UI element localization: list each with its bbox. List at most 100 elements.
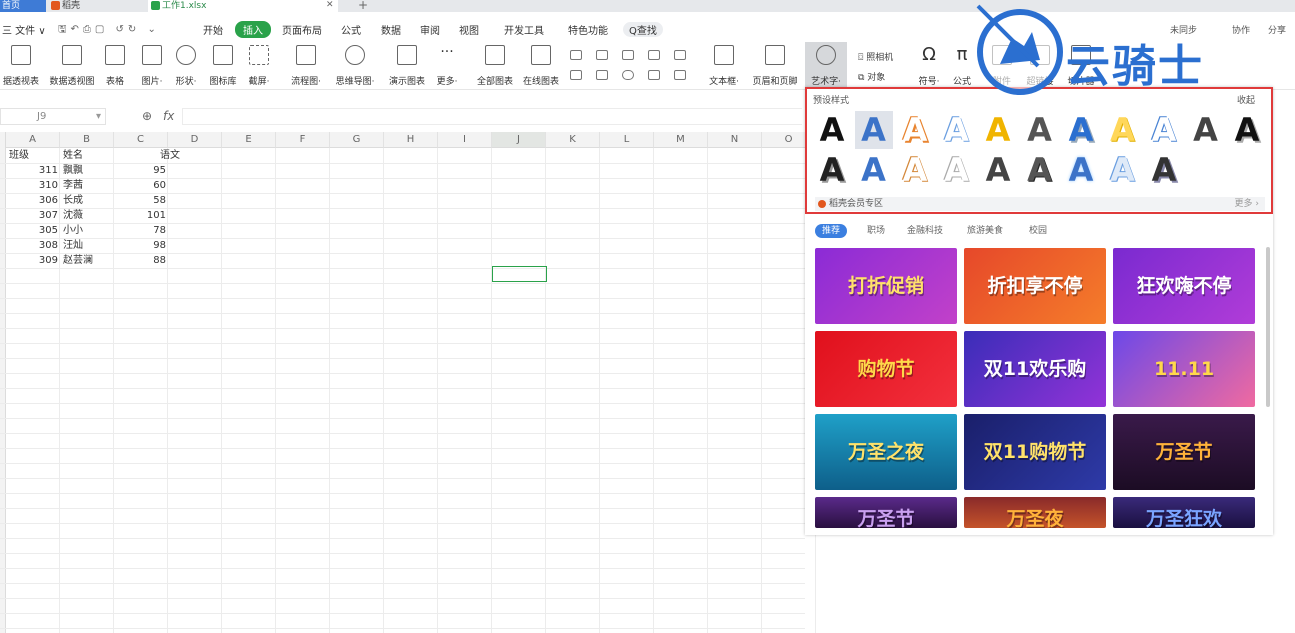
name-box-dropdown-icon[interactable]: ▾ <box>96 109 101 124</box>
wordart-style-6[interactable]: A <box>1021 111 1059 149</box>
tab-docer[interactable]: 稻壳 <box>48 0 146 12</box>
wordart-style-19[interactable]: A <box>1104 151 1142 189</box>
demo-chart-button[interactable]: 演示图表 <box>384 42 430 88</box>
wordart-style-20[interactable]: A <box>1145 151 1183 189</box>
online-chart-button[interactable]: 在线图表 <box>520 42 562 88</box>
textbox-button[interactable]: 文本框· <box>704 42 744 88</box>
formula-input[interactable] <box>182 108 802 125</box>
donut-chart-small-icon[interactable] <box>622 70 634 80</box>
mindmap-button[interactable]: 思维导图· <box>330 42 380 88</box>
column-header-c[interactable]: C <box>114 132 168 148</box>
wordart-style-8[interactable]: A <box>1104 111 1142 149</box>
wordart-style-13[interactable]: A <box>855 151 893 189</box>
wordart-style-3[interactable]: A <box>896 111 934 149</box>
tab-home[interactable]: 首页 <box>0 0 46 12</box>
wordart-style-16[interactable]: A <box>979 151 1017 189</box>
data-cell[interactable]: 310 <box>6 178 58 193</box>
column-header-d[interactable]: D <box>168 132 222 148</box>
wordart-style-5[interactable]: A <box>979 111 1017 149</box>
column-header-i[interactable]: I <box>438 132 492 148</box>
template-card[interactable]: 万圣节 <box>1113 414 1255 490</box>
wordart-style-2[interactable]: A <box>854 111 893 149</box>
camera-button[interactable]: ⌼ 照相机 <box>858 50 893 63</box>
template-card[interactable]: 万圣节 <box>815 497 957 528</box>
wordart-style-11[interactable]: A <box>1228 111 1266 149</box>
column-header-n[interactable]: N <box>708 132 762 148</box>
template-card[interactable]: 折扣享不停 <box>964 248 1106 324</box>
data-cell[interactable]: 赵芸澜 <box>63 253 93 268</box>
data-cell[interactable]: 小小 <box>63 223 83 238</box>
wordart-style-10[interactable]: A <box>1187 111 1225 149</box>
icon-library-button[interactable]: 图标库 <box>204 42 242 88</box>
data-cell[interactable]: 长成 <box>63 193 83 208</box>
wordart-style-1[interactable]: A <box>813 111 851 149</box>
column-header-m[interactable]: M <box>654 132 708 148</box>
combo-chart-small-icon[interactable] <box>648 70 660 80</box>
header-cell[interactable]: 姓名 <box>63 148 83 163</box>
template-card[interactable]: 11.11 <box>1113 331 1255 407</box>
category-fintech[interactable]: 金融科技 <box>907 224 943 238</box>
wordart-style-9[interactable]: A <box>1145 111 1183 149</box>
search-button[interactable]: Q查找 <box>623 22 663 37</box>
data-cell[interactable]: 李茜 <box>63 178 83 193</box>
column-header-e[interactable]: E <box>222 132 276 148</box>
area-chart-small-icon[interactable] <box>674 50 686 60</box>
column-chart-small-icon[interactable] <box>570 50 582 60</box>
quick-access-icons[interactable]: 🖫↶⎙▢ ↺↻ ⌄ <box>58 22 160 39</box>
stock-chart-small-icon[interactable] <box>596 70 608 80</box>
menu-review[interactable]: 审阅 <box>420 22 440 37</box>
menu-page-layout[interactable]: 页面布局 <box>282 22 322 37</box>
panel-scrollbar[interactable] <box>1266 247 1270 407</box>
data-cell[interactable]: 95 <box>114 163 166 178</box>
template-card[interactable]: 万圣之夜 <box>815 414 957 490</box>
template-card[interactable]: 双11欢乐购 <box>964 331 1106 407</box>
category-workplace[interactable]: 职场 <box>867 224 885 238</box>
template-card[interactable]: 购物节 <box>815 331 957 407</box>
menu-data[interactable]: 数据 <box>381 22 401 37</box>
wordart-style-14[interactable]: A <box>896 151 934 189</box>
template-card[interactable]: 万圣夜 <box>964 497 1106 528</box>
name-box[interactable]: J9 ▾ <box>0 108 106 125</box>
column-header-f[interactable]: F <box>276 132 330 148</box>
column-header-a[interactable]: A <box>6 132 60 148</box>
scatter-chart-small-icon[interactable] <box>622 50 634 60</box>
vip-zone[interactable]: 稻壳会员专区 更多 › <box>815 197 1265 211</box>
wordart-style-4[interactable]: A <box>938 111 976 149</box>
template-card[interactable]: 双11购物节 <box>964 414 1106 490</box>
data-cell[interactable]: 汪灿 <box>63 238 83 253</box>
wordart-style-15[interactable]: A <box>938 151 976 189</box>
object-button[interactable]: ⧉ 对象 <box>858 70 885 83</box>
close-tab-icon[interactable]: ✕ <box>326 0 334 10</box>
pivot-table-button[interactable]: 据透视表 <box>0 42 42 88</box>
menu-developer[interactable]: 开发工具 <box>504 22 544 37</box>
table-button[interactable]: 表格 <box>102 42 128 88</box>
header-cell[interactable]: 班级 <box>9 148 29 163</box>
tab-workbook[interactable]: 工作1.xlsx <box>148 0 338 12</box>
menu-features[interactable]: 特色功能 <box>568 22 608 37</box>
zoom-search-icon[interactable]: ⊕ <box>142 109 152 123</box>
column-header-b[interactable]: B <box>60 132 114 148</box>
spreadsheet-grid[interactable]: A B C D E F G H I J K L M N O 班级 姓名 语文 311 飘飘 95 310 李茜 60 306 长成… <box>0 132 816 633</box>
data-cell[interactable]: 88 <box>114 253 166 268</box>
data-cell[interactable]: 101 <box>114 208 166 223</box>
data-cell[interactable]: 98 <box>114 238 166 253</box>
pivot-chart-button[interactable]: 数据透视图 <box>46 42 98 88</box>
new-tab-button[interactable]: + <box>358 0 368 12</box>
all-charts-button[interactable]: 全部图表 <box>474 42 516 88</box>
data-cell[interactable]: 308 <box>6 238 58 253</box>
symbol-button[interactable]: Ω 符号· <box>914 42 944 88</box>
header-cell[interactable]: 语文 <box>114 148 180 163</box>
data-cell[interactable]: 飘飘 <box>63 163 83 178</box>
file-menu[interactable]: 三 文件 ∨ <box>2 22 46 37</box>
data-cell[interactable]: 311 <box>6 163 58 178</box>
line-chart-small-icon[interactable] <box>596 50 608 60</box>
menu-insert[interactable]: 插入 <box>235 21 271 38</box>
wordart-style-18[interactable]: A <box>1062 151 1100 189</box>
picture-button[interactable]: 图片· <box>136 42 168 88</box>
column-header-h[interactable]: H <box>384 132 438 148</box>
menu-start[interactable]: 开始 <box>203 22 223 37</box>
more-link[interactable]: 更多 › <box>1235 197 1259 211</box>
flowchart-button[interactable]: 流程图· <box>286 42 326 88</box>
category-travel-food[interactable]: 旅游美食 <box>967 224 1003 238</box>
wordart-button[interactable]: 艺术字· <box>805 42 847 88</box>
